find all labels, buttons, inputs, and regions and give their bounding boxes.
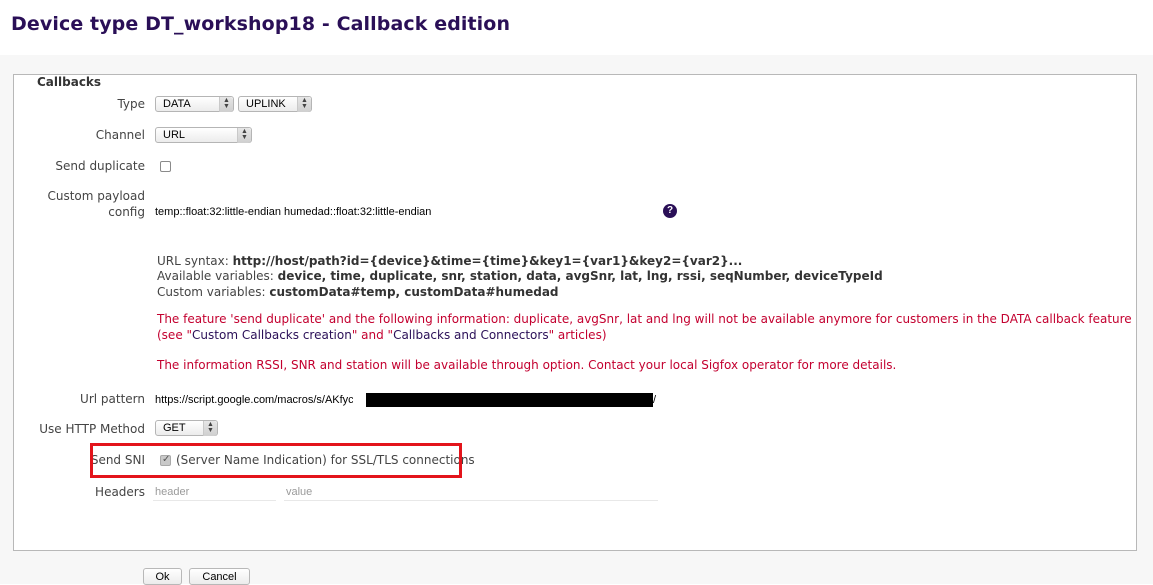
question-circle-icon[interactable]: ? (663, 204, 677, 218)
available-variables-info: Available variables: device, time, dupli… (157, 269, 883, 283)
header-name-input[interactable]: header (153, 483, 276, 501)
callbacks-legend: Callbacks (35, 75, 104, 89)
highlight-annotation-box (90, 443, 462, 478)
custom-payload-label-line2: config (108, 205, 145, 219)
select-arrows-icon: ▲ ▼ (203, 421, 217, 436)
direction-select-value: UPLINK (246, 98, 286, 110)
direction-select[interactable]: UPLINK ▲ ▼ (238, 96, 312, 112)
callbacks-and-connectors-link[interactable]: Callbacks and Connectors (393, 328, 549, 342)
type-label: Type (117, 97, 145, 111)
send-duplicate-label: Send duplicate (55, 159, 145, 173)
custom-variables-label: Custom variables: (157, 285, 266, 299)
send-duplicate-warning: The feature 'send duplicate' and the fol… (157, 311, 1132, 343)
available-variables-label: Available variables: (157, 269, 274, 283)
url-pattern-input[interactable]: https://script.google.com/macros/s/AKfyc… (153, 391, 353, 409)
warning-text-mid: " and " (351, 328, 394, 342)
url-syntax-value: http://host/path?id={device}&time={time}… (232, 254, 743, 268)
type-select[interactable]: DATA ▲ ▼ (155, 96, 234, 112)
available-variables-value: device, time, duplicate, snr, station, d… (277, 269, 883, 283)
redacted-bar (366, 393, 654, 407)
select-arrows-icon: ▲ ▼ (219, 97, 233, 112)
url-pattern-label: Url pattern (80, 392, 145, 406)
http-method-select[interactable]: GET ▲ ▼ (155, 420, 218, 436)
send-duplicate-checkbox[interactable] (160, 161, 171, 172)
channel-label: Channel (95, 128, 145, 142)
type-select-value: DATA (163, 98, 191, 110)
http-method-label: Use HTTP Method (39, 422, 145, 436)
page-title: Device type DT_workshop18 - Callback edi… (11, 13, 511, 35)
header-value-placeholder: value (286, 486, 313, 498)
url-pattern-suffix: / (653, 391, 663, 409)
custom-callbacks-creation-link[interactable]: Custom Callbacks creation (192, 328, 352, 342)
url-syntax-label: URL syntax: (157, 254, 229, 268)
header-value-input[interactable]: value (284, 483, 658, 501)
ok-button[interactable]: Ok (143, 568, 182, 585)
page-header: Device type DT_workshop18 - Callback edi… (0, 0, 1153, 55)
channel-select[interactable]: URL ▲ ▼ (155, 127, 252, 143)
header-name-placeholder: header (155, 486, 190, 498)
select-arrows-icon: ▲ ▼ (297, 97, 311, 112)
channel-select-value: URL (163, 129, 186, 141)
http-method-select-value: GET (163, 422, 186, 434)
custom-payload-label-line1: Custom payload (47, 189, 145, 203)
custom-payload-input[interactable]: temp::float:32:little-endian humedad::fl… (153, 203, 656, 221)
url-syntax-info: URL syntax: http://host/path?id={device}… (157, 254, 742, 268)
cancel-button[interactable]: Cancel (189, 568, 250, 585)
custom-variables-value: customData#temp, customData#humedad (269, 285, 559, 299)
custom-variables-info: Custom variables: customData#temp, custo… (157, 285, 559, 299)
select-arrows-icon: ▲ ▼ (237, 128, 251, 143)
warning-text-after: " articles) (548, 328, 607, 342)
rssi-info-warning: The information RSSI, SNR and station wi… (157, 358, 897, 372)
headers-label: Headers (95, 485, 145, 499)
